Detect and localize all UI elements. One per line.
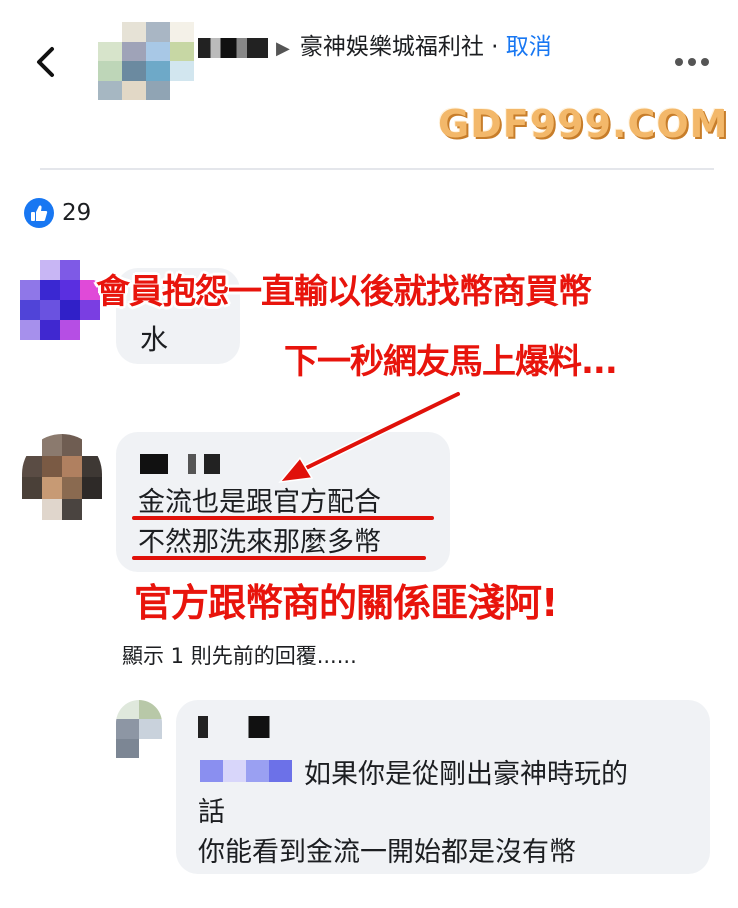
red-underline — [132, 556, 426, 560]
annotation-conclusion: 官方跟幣商的關係匪淺阿! — [134, 581, 558, 625]
group-name[interactable]: 豪神娛樂城福利社 — [300, 34, 484, 60]
view-previous-replies-link[interactable]: 顯示 1 則先前的回覆...... — [122, 640, 357, 670]
watermark: GDF999.COM — [438, 102, 729, 146]
annotation-reveal: 下一秒網友馬上爆料... — [284, 342, 618, 382]
red-underline — [132, 516, 434, 520]
blurred-mention-tag[interactable] — [200, 760, 292, 782]
post-title: ▶ 豪神娛樂城福利社 · 取消 — [198, 30, 628, 102]
blurred-commenter-name — [140, 454, 220, 474]
comment-text: 水 — [140, 323, 169, 356]
back-arrow-icon — [37, 47, 54, 77]
like-thumb-icon — [24, 198, 54, 228]
more-dots-icon — [675, 58, 709, 66]
share-arrow-icon: ▶ — [276, 38, 290, 59]
divider — [40, 168, 714, 170]
annotation-complaint: 會員抱怨一直輸以後就找幣商買幣 — [96, 272, 592, 312]
commenter-avatar[interactable] — [22, 434, 102, 520]
reply-text-line: 如果你是從剛出豪神時玩的 — [304, 759, 628, 790]
cancel-link[interactable]: 取消 — [506, 34, 552, 60]
blurred-author-name — [198, 37, 268, 58]
reply-text-line: 你能看到金流一開始都是沒有幣 — [198, 837, 576, 868]
commenter-avatar[interactable] — [20, 260, 100, 340]
more-options-button[interactable] — [668, 44, 716, 80]
reply-text-line: 話 — [198, 797, 225, 828]
back-button[interactable] — [26, 38, 66, 86]
group-avatar[interactable] — [98, 22, 194, 100]
reaction-summary[interactable]: 29 — [24, 196, 91, 230]
commenter-avatar[interactable] — [116, 700, 162, 758]
comment-text-line: 金流也是跟官方配合 — [138, 487, 381, 518]
reaction-count: 29 — [62, 200, 92, 226]
blurred-commenter-name — [198, 716, 282, 738]
comment-text-line: 不然那洗來那麼多幣 — [138, 527, 381, 558]
